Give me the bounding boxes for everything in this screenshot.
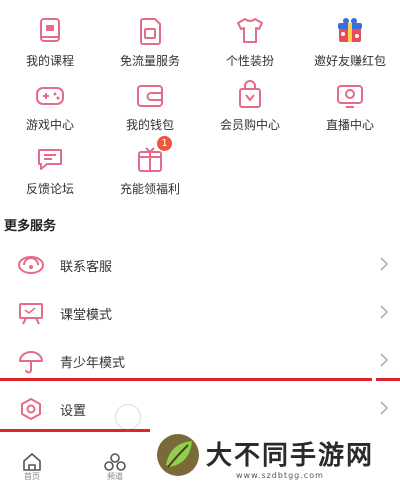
tab-label: 频道 [107, 472, 123, 481]
watermark-title: 大不同手游网 [206, 441, 375, 471]
list-item-label: 青少年模式 [60, 356, 126, 371]
list-item-label: 设置 [60, 404, 87, 419]
grid-item-label: 会员购中心 [219, 118, 280, 132]
wallet-icon [137, 85, 163, 107]
grid-item-invite[interactable]: 邀好友赚红包 [300, 14, 400, 69]
grid-item-vip-shop[interactable]: 会员购中心 [200, 78, 300, 133]
grid-item-course[interactable]: 我的课程 [0, 14, 100, 69]
floating-dot [115, 404, 141, 430]
list-item-label: 联系客服 [60, 260, 113, 275]
red-divider [0, 429, 150, 432]
tv-icon [337, 85, 363, 108]
chevron-right-icon [380, 353, 389, 367]
blackboard-icon [19, 303, 43, 325]
tab-label: 首页 [24, 472, 40, 481]
list-item-classroom-mode[interactable]: 课堂模式 [0, 290, 400, 338]
grid-item-forum[interactable]: 反馈论坛 [0, 142, 100, 197]
circles-icon [104, 453, 126, 471]
tab-channel[interactable]: 频道 [85, 448, 145, 482]
grid-item-label: 游戏中心 [25, 118, 74, 132]
grid-item-label: 我的课程 [25, 54, 74, 68]
grid-item-label: 反馈论坛 [25, 182, 74, 196]
tab-home[interactable]: 首页 [2, 448, 62, 482]
grid-item-label: 免流量服务 [119, 54, 180, 68]
shopping-bag-icon [239, 80, 261, 108]
sim-card-icon [140, 18, 161, 45]
section-title: 更多服务 [4, 219, 57, 234]
grid-item-outfit[interactable]: 个性装扮 [200, 14, 300, 69]
chevron-right-icon [380, 401, 389, 415]
chevron-right-icon [380, 305, 389, 319]
umbrella-icon [19, 351, 43, 374]
grid-item-free-data[interactable]: 免流量服务 [100, 14, 200, 69]
chat-icon [38, 149, 62, 170]
grid-item-label: 充能领福利 [119, 182, 180, 196]
grid-item-label: 个性装扮 [225, 54, 274, 68]
tshirt-icon [237, 18, 263, 43]
course-icon [40, 18, 60, 42]
grid-item-welfare[interactable]: 1 充能领福利 [100, 136, 200, 197]
grid-item-game[interactable]: 游戏中心 [0, 78, 100, 133]
chevron-right-icon [380, 257, 389, 271]
grid-item-live[interactable]: 直播中心 [300, 78, 400, 133]
gift-box-icon [338, 18, 362, 42]
watermark-url: www.szdbtgg.com [236, 471, 324, 480]
list-item-label: 课堂模式 [60, 308, 113, 323]
notification-badge: 1 [157, 136, 172, 151]
settings-icon [21, 398, 41, 420]
red-divider [0, 378, 372, 381]
grid-item-label: 我的钱包 [125, 118, 174, 132]
grid-item-label: 邀好友赚红包 [313, 54, 386, 68]
watermark: 大不同手游网 www.szdbtgg.com [150, 425, 400, 485]
gamepad-icon [36, 87, 64, 105]
grid-item-wallet[interactable]: 我的钱包 [100, 78, 200, 133]
headset-icon [18, 256, 44, 274]
grid-item-label: 直播中心 [325, 118, 374, 132]
home-icon [23, 453, 41, 471]
red-divider [376, 378, 400, 381]
list-item-customer-service[interactable]: 联系客服 [0, 242, 400, 290]
leaf-logo-icon [157, 434, 199, 476]
